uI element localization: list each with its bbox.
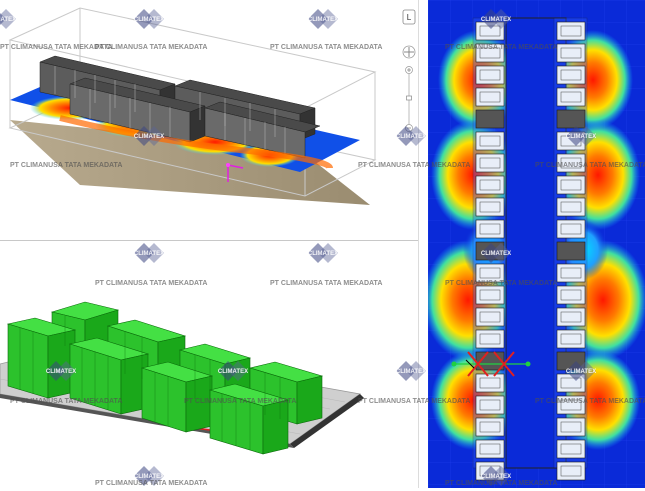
company-name-watermark: PT CLIMANUSA TATA MEKADATA xyxy=(535,398,645,405)
zoom-in-icon[interactable] xyxy=(405,66,413,74)
cfd-3d-view[interactable]: L xyxy=(0,0,418,240)
cooling-unit xyxy=(475,241,505,261)
company-name-watermark: PT CLIMANUSA TATA MEKADATA xyxy=(535,162,645,169)
cfd-plan-view[interactable] xyxy=(428,0,645,488)
pan-icon[interactable] xyxy=(402,45,416,59)
orientation-label: L xyxy=(407,13,412,22)
company-name-watermark: PT CLIMANUSA TATA MEKADATA xyxy=(445,280,558,287)
company-name-watermark: PT CLIMANUSA TATA MEKADATA xyxy=(184,398,297,405)
cfd-3d-canvas xyxy=(8,7,377,205)
cooling-unit xyxy=(556,109,586,129)
viewport-divider-vertical[interactable] xyxy=(418,0,428,488)
company-name-watermark: PT CLIMANUSA TATA MEKADATA xyxy=(358,162,471,169)
company-name-watermark: PT CLIMANUSA TATA MEKADATA xyxy=(95,480,208,487)
zoom-out-icon[interactable] xyxy=(405,124,413,132)
company-name-watermark: PT CLIMANUSA TATA MEKADATA xyxy=(445,44,558,51)
company-name-watermark: PT CLIMANUSA TATA MEKADATA xyxy=(270,44,383,51)
company-name-watermark: PT CLIMANUSA TATA MEKADATA xyxy=(270,280,383,287)
cooling-unit xyxy=(475,109,505,129)
green-rack-blocks xyxy=(6,301,324,455)
company-name-watermark: PT CLIMANUSA TATA MEKADATA xyxy=(358,398,471,405)
company-name-watermark: PT CLIMANUSA TATA MEKADATA xyxy=(95,280,208,287)
view-navigator: L xyxy=(401,8,417,138)
zoom-slider-handle[interactable] xyxy=(406,95,412,101)
cooling-unit xyxy=(556,351,586,371)
cfd-plan-canvas xyxy=(428,0,645,488)
cooling-unit xyxy=(556,241,586,261)
company-name-watermark: PT CLIMANUSA TATA MEKADATA xyxy=(10,398,123,405)
company-name-watermark: PT CLIMANUSA TATA MEKADATA xyxy=(0,44,113,51)
company-name-watermark: PT CLIMANUSA TATA MEKADATA xyxy=(445,480,558,487)
company-name-watermark: PT CLIMANUSA TATA MEKADATA xyxy=(10,162,123,169)
